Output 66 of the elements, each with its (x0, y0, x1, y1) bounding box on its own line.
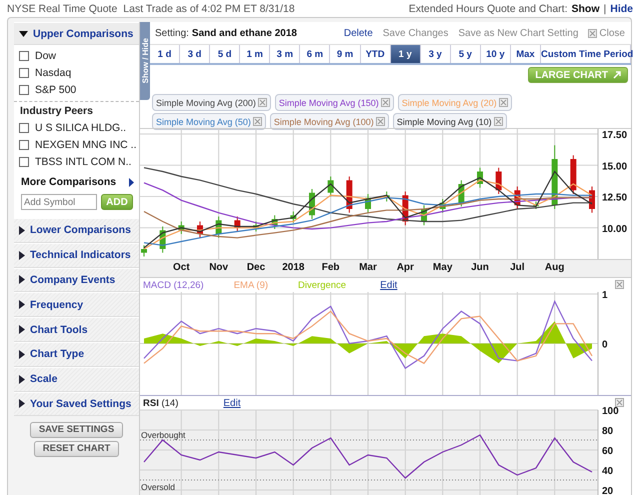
indicator-tag[interactable]: Simple Moving Avg (50) (152, 113, 266, 130)
axis-tick-label: Aug (544, 262, 564, 273)
setting-link[interactable]: Delete (344, 28, 373, 38)
axis-tick-label: 40 (602, 466, 614, 477)
section-header[interactable]: Chart Tools (14, 317, 139, 342)
axis-tick-label: Jun (471, 262, 489, 273)
checkbox-label: Dow (35, 50, 56, 62)
section-header[interactable]: Company Events (14, 268, 139, 292)
checkbox-label: Nasdaq (35, 66, 72, 78)
sidebar-button[interactable]: RESET CHART (34, 441, 120, 458)
last-trade-text: Last Trade as of 4:02 PM ET 8/31/18 (123, 2, 295, 14)
axis-tick-label: 20 (602, 486, 614, 495)
time-range-tab[interactable]: 1 y (390, 45, 421, 63)
axis-tick-label: Nov (209, 262, 228, 273)
axis-tick-label: 15.00 (602, 161, 628, 172)
edit-link[interactable]: Edit (380, 280, 398, 290)
axis-tick-label: Dec (246, 262, 266, 273)
industry-peers-heading: Industry Peers (19, 105, 94, 119)
section-header[interactable]: Frequency (14, 292, 139, 318)
axis-tick-label: Jul (510, 262, 525, 273)
hide-link[interactable]: Hide (610, 2, 633, 14)
time-range-tab[interactable]: Custom Time Period (541, 45, 632, 63)
axis-tick-label: May (432, 262, 452, 273)
axis-tick-label: Mar (359, 262, 377, 273)
axis-tick-label: Apr (396, 262, 414, 273)
indicator-tag[interactable]: Simple Moving Avg (10) (392, 113, 507, 130)
setting-name: Sand and ethane 2018 (192, 28, 297, 38)
legend-label: Divergence (298, 280, 346, 290)
axis-tick-label: 80 (602, 426, 614, 437)
axis-tick-label: 12.50 (602, 192, 628, 204)
checkbox-label: U S SILICA HLDG.. (35, 122, 126, 134)
axis-tick-label: Feb (322, 262, 340, 273)
section-header[interactable]: Your Saved Settings (14, 392, 139, 416)
section-header[interactable]: Scale (14, 366, 139, 392)
setting-label: Setting: (155, 28, 189, 38)
axis-tick-label: 17.50 (602, 130, 628, 141)
legend-label: EMA (9) (234, 280, 268, 290)
show-link[interactable]: Show (572, 2, 600, 14)
separator: | (604, 2, 606, 14)
legend-label: RSI (14) (143, 398, 178, 408)
axis-tick-label: 60 (602, 446, 614, 457)
section-header[interactable]: Lower Comparisons (14, 218, 139, 243)
section-header[interactable]: Upper Comparisons (14, 22, 139, 45)
axis-tick-label: 10.00 (602, 224, 628, 235)
indicator-tag[interactable]: Simple Moving Avg (150) (274, 94, 394, 111)
section-header[interactable]: Chart Type (14, 342, 139, 367)
indicator-tag[interactable]: Simple Moving Avg (100) (270, 113, 389, 130)
more-comparisons-link[interactable]: More Comparisons (21, 176, 116, 188)
axis-tick-label: 1 (602, 290, 608, 301)
edit-link[interactable]: Edit (223, 398, 241, 408)
extended-hours-label: Extended Hours Quote and Chart: (408, 2, 568, 14)
threshold-label: Oversold (141, 482, 176, 492)
legend-label: MACD (12,26) (143, 280, 204, 290)
indicator-tag[interactable]: Simple Moving Avg (200) (152, 94, 271, 111)
section-header[interactable]: Technical Indicators (14, 242, 139, 268)
checkbox-label: S&P 500 (35, 84, 76, 96)
axis-tick-label: 2018 (282, 262, 304, 273)
sidebar-button[interactable]: SAVE SETTINGS (30, 422, 124, 438)
checkbox-label: TBSS INTL COM N.. (35, 156, 132, 168)
symbol-field[interactable]: Add Symbol (21, 194, 97, 210)
axis-tick-label: 100 (602, 406, 619, 417)
quote-title: NYSE Real Time Quote (7, 2, 118, 14)
axis-tick-label: Oct (173, 262, 190, 273)
checkbox-label: NEXGEN MNG INC .. (35, 138, 137, 150)
threshold-label: Overbought (141, 430, 186, 440)
axis-tick-label: 0 (602, 340, 608, 350)
